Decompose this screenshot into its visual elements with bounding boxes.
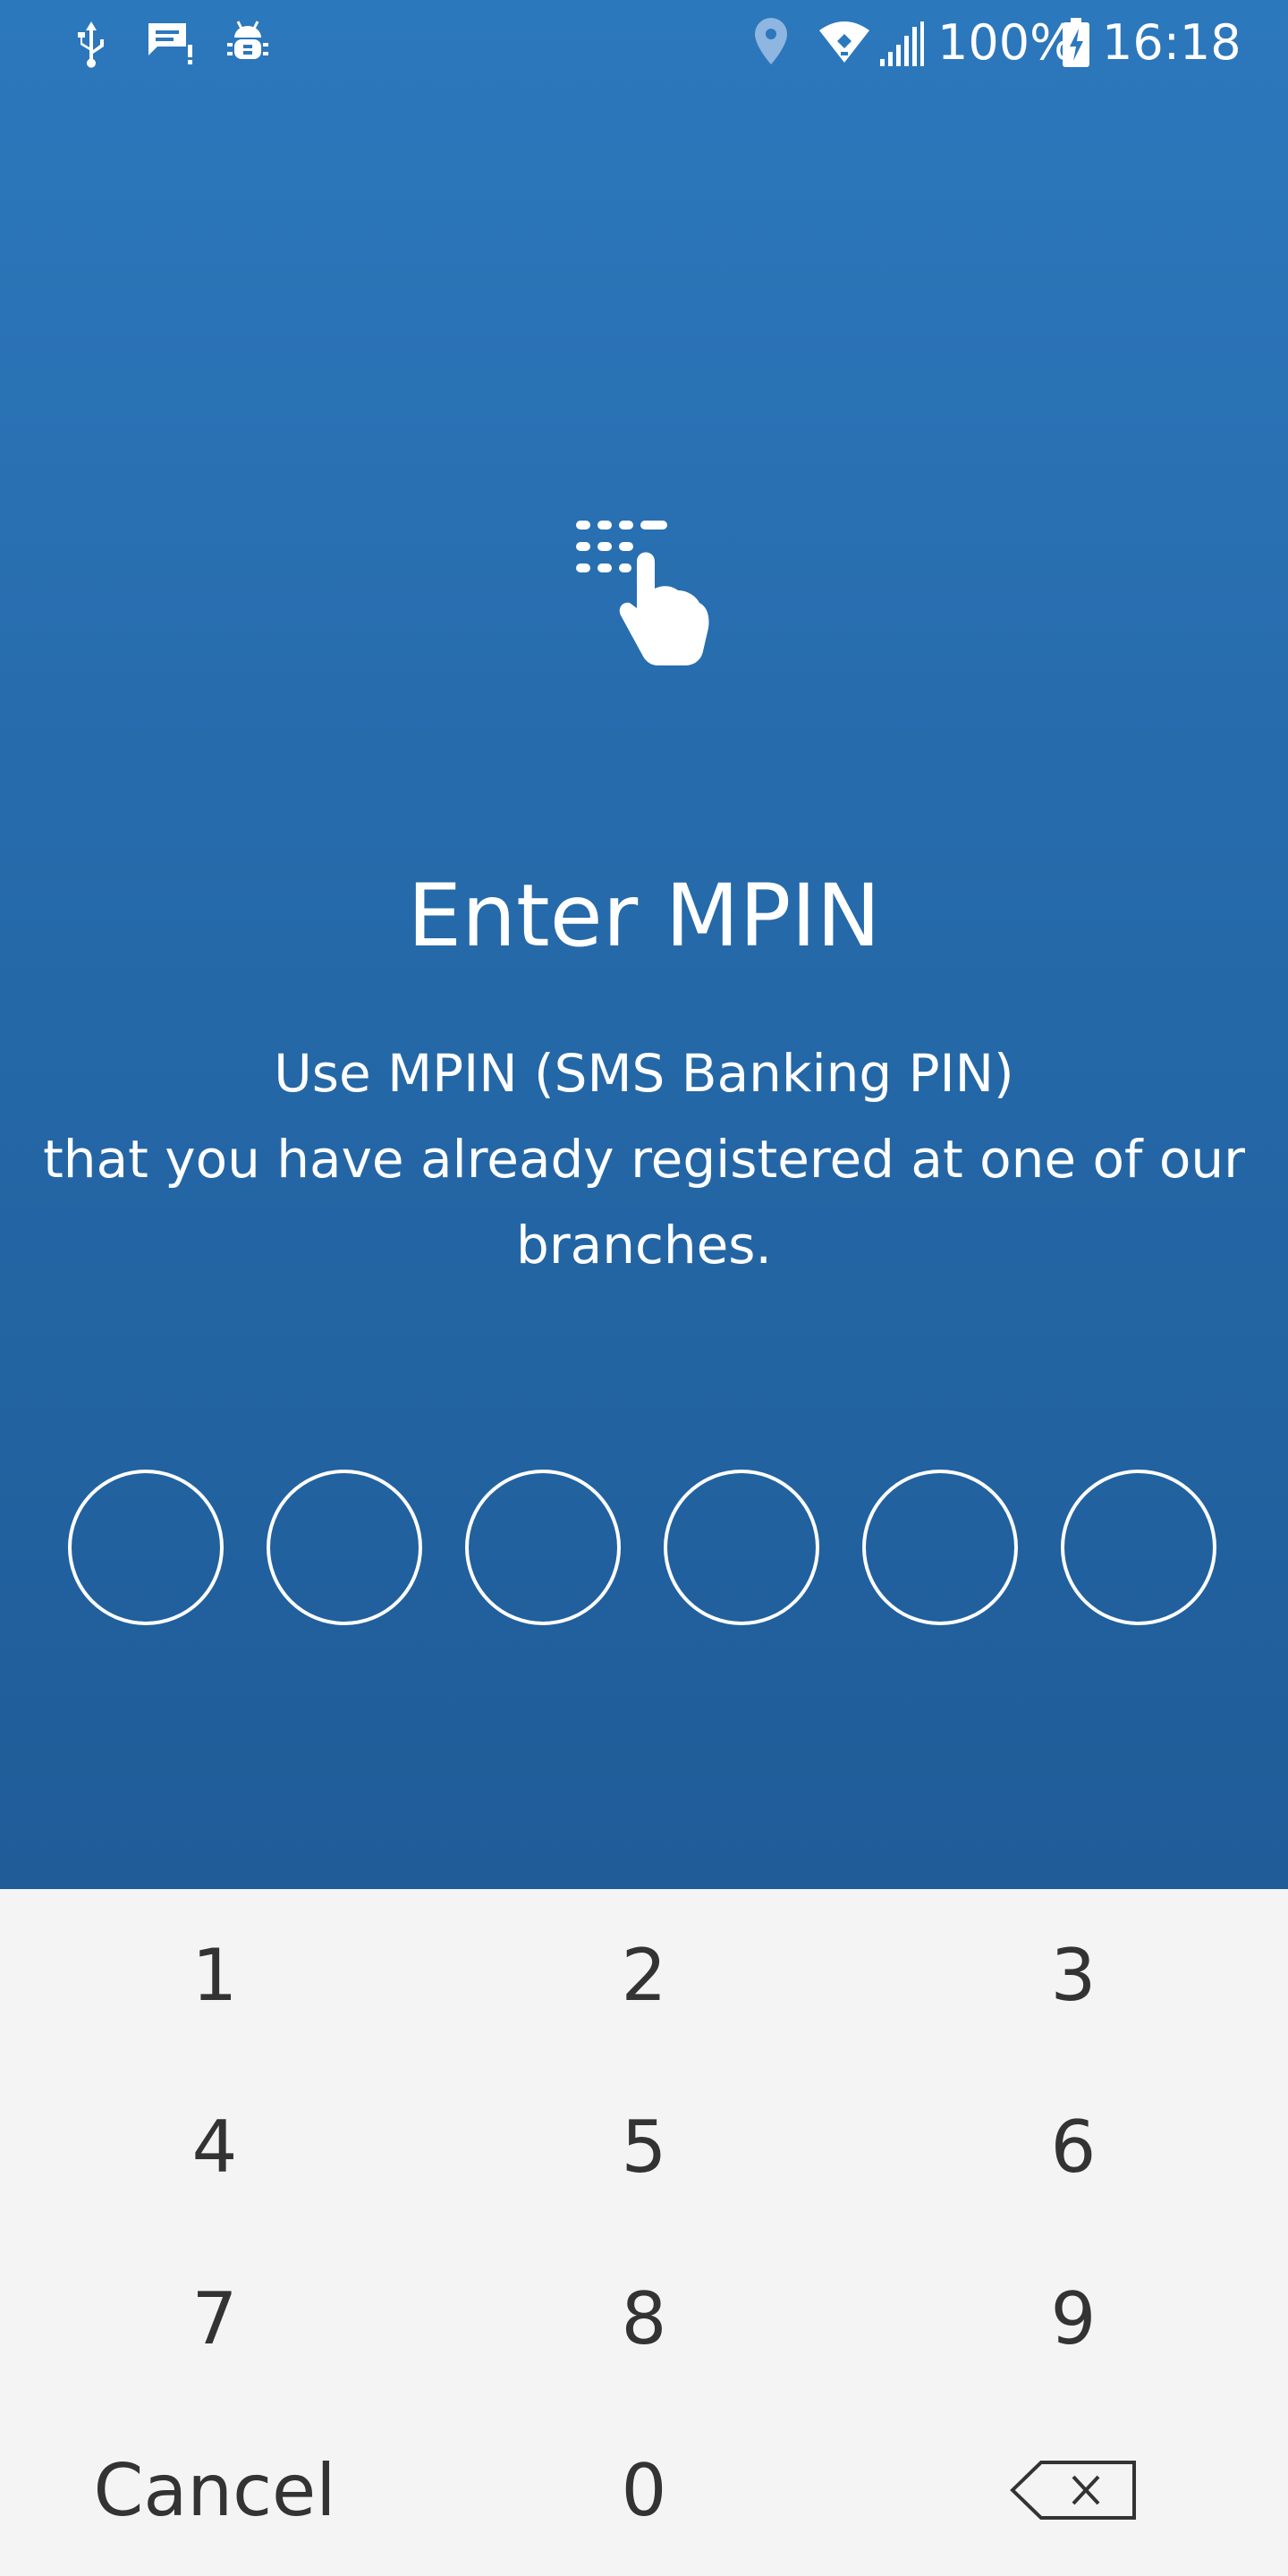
keypad-touch-icon: [572, 517, 716, 669]
backspace-icon: [1009, 2459, 1138, 2521]
key-0[interactable]: 0: [429, 2404, 859, 2576]
cancel-button[interactable]: Cancel: [0, 2404, 429, 2576]
pin-dot-4: [664, 1470, 819, 1625]
message-alert-icon: [145, 20, 195, 66]
key-6[interactable]: 6: [859, 2061, 1288, 2233]
pin-dot-3: [465, 1470, 621, 1625]
numeric-keypad: 1 2 3 4 5 6 7 8 9 Cancel 0: [0, 1889, 1288, 2576]
page-title: Enter MPIN: [407, 866, 881, 967]
key-8[interactable]: 8: [429, 2233, 859, 2404]
key-5[interactable]: 5: [429, 2061, 859, 2233]
instructions-line-3: branches.: [516, 1215, 772, 1275]
backspace-button[interactable]: [859, 2404, 1288, 2576]
battery-percent: 100%: [937, 14, 1076, 71]
key-4[interactable]: 4: [0, 2061, 429, 2233]
header-panel: 100% 16:18 Enter MPIN Use MPIN (SMS Bank…: [0, 0, 1288, 1889]
clock: 16:18: [1102, 14, 1241, 71]
instructions-line-2: that you have already registered at one …: [43, 1129, 1245, 1190]
pin-dot-5: [862, 1470, 1018, 1625]
mpin-screen: 100% 16:18 Enter MPIN Use MPIN (SMS Bank…: [0, 0, 1288, 2576]
android-debug-icon: [225, 18, 270, 66]
location-icon: [750, 14, 792, 70]
wifi-icon: [818, 18, 871, 68]
usb-icon: [70, 18, 113, 68]
key-7[interactable]: 7: [0, 2233, 429, 2404]
pin-indicator: [0, 1470, 1288, 1631]
signal-icon: [878, 20, 925, 68]
pin-dot-2: [267, 1470, 422, 1625]
pin-dot-6: [1061, 1470, 1216, 1625]
key-3[interactable]: 3: [859, 1889, 1288, 2061]
key-2[interactable]: 2: [429, 1889, 859, 2061]
instructions-line-1: Use MPIN (SMS Banking PIN): [274, 1043, 1014, 1104]
battery-charging-icon: [1061, 16, 1091, 70]
instructions-text: Use MPIN (SMS Banking PIN) that you have…: [36, 1030, 1252, 1288]
pin-dot-1: [68, 1470, 224, 1625]
key-1[interactable]: 1: [0, 1889, 429, 2061]
key-9[interactable]: 9: [859, 2233, 1288, 2404]
status-bar: 100% 16:18: [0, 0, 1288, 86]
